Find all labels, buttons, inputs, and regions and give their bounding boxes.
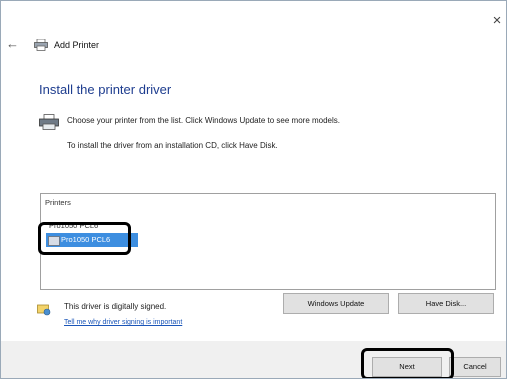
instruction-text-1: Choose your printer from the list. Click… (67, 116, 340, 125)
cancel-button[interactable]: Cancel (449, 357, 501, 377)
close-icon[interactable]: × (490, 13, 504, 29)
printers-column-header: Printers (45, 198, 71, 207)
add-printer-window: × ← Add Printer Install the printer driv… (0, 0, 507, 379)
window-title: Add Printer (54, 40, 100, 50)
driver-signing-link[interactable]: Tell me why driver signing is important (64, 319, 182, 326)
selected-printer-annotation (38, 222, 131, 255)
driver-signed-text: This driver is digitally signed. (64, 302, 167, 311)
instruction-text-2: To install the driver from an installati… (67, 141, 278, 150)
page-heading: Install the printer driver (39, 82, 172, 97)
have-disk-button[interactable]: Have Disk... (398, 293, 494, 314)
windows-update-button[interactable]: Windows Update (283, 293, 389, 314)
next-button-annotation (361, 348, 454, 378)
digital-signature-icon (37, 304, 51, 316)
printer-driver-icon (39, 114, 59, 130)
printer-icon (34, 39, 48, 51)
back-arrow-icon[interactable]: ← (6, 37, 20, 51)
